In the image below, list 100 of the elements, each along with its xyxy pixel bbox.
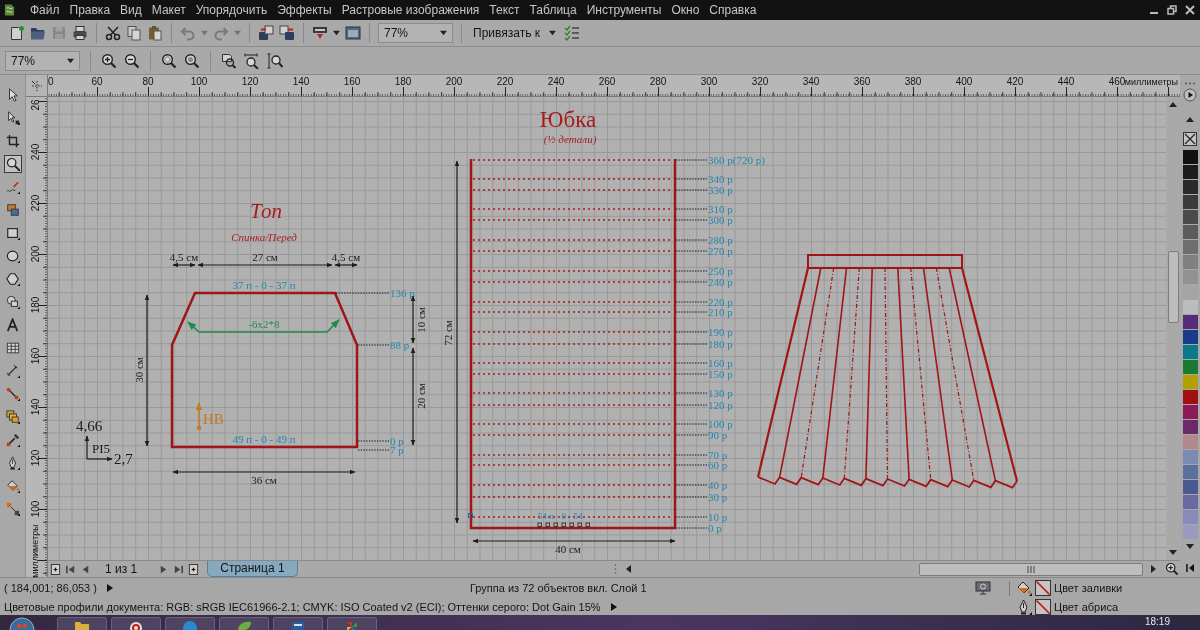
taskbar-button[interactable] [273, 617, 323, 630]
zoom-out-icon[interactable] [124, 52, 140, 69]
color-swatch[interactable] [1182, 525, 1198, 539]
color-swatch[interactable] [1182, 375, 1198, 389]
taskbar-button[interactable] [111, 617, 161, 630]
zoom-width-icon[interactable] [244, 52, 260, 69]
zoom-all-icon[interactable] [184, 52, 200, 69]
selection-handle-icon[interactable] [468, 513, 473, 518]
new-document-icon[interactable] [9, 25, 25, 41]
color-swatch[interactable] [1182, 330, 1198, 344]
ruler-origin-icon[interactable] [30, 79, 43, 92]
color-swatch[interactable] [1182, 210, 1198, 224]
close-icon[interactable] [1185, 5, 1195, 15]
scroll-up-icon[interactable] [1169, 101, 1177, 107]
grip-icon[interactable] [614, 563, 617, 575]
color-swatch[interactable] [1182, 180, 1198, 194]
color-swatch[interactable] [1182, 165, 1198, 179]
color-swatch[interactable] [1182, 285, 1198, 299]
color-swatch[interactable] [1182, 360, 1198, 374]
color-swatch[interactable] [1182, 150, 1198, 164]
menu-item[interactable]: Инструменты [586, 0, 662, 20]
menu-item[interactable]: Правка [69, 0, 111, 20]
play-circle-icon[interactable] [1183, 88, 1197, 102]
color-swatch[interactable] [1182, 225, 1198, 239]
zoom-height-icon[interactable] [267, 52, 283, 69]
color-swatch[interactable] [1182, 450, 1198, 464]
scroll-thumb[interactable] [1167, 251, 1179, 323]
taskbar-button[interactable] [57, 617, 107, 630]
paste-icon[interactable] [147, 25, 163, 41]
add-page-icon[interactable] [188, 563, 200, 575]
scissors-icon[interactable] [105, 25, 121, 41]
fill-bucket-icon[interactable] [1016, 580, 1032, 596]
color-swatch[interactable] [1182, 240, 1198, 254]
color-swatch[interactable] [1182, 345, 1198, 359]
zoom-in-icon[interactable] [101, 52, 117, 69]
menu-item[interactable]: Файл [30, 0, 60, 20]
no-color-swatch-icon[interactable] [1183, 132, 1197, 146]
checklist-icon[interactable] [564, 25, 580, 41]
menu-item[interactable]: Макет [151, 0, 186, 20]
page-tab[interactable]: Страница 1 [207, 561, 298, 577]
previous-page-icon[interactable] [80, 563, 91, 575]
color-swatch[interactable] [1182, 255, 1198, 269]
zoom-icon[interactable] [1165, 562, 1179, 576]
start-orb-icon[interactable] [9, 616, 35, 630]
folder-icon[interactable] [30, 25, 46, 41]
color-swatch[interactable] [1182, 465, 1198, 479]
zoom-page-icon[interactable] [221, 52, 237, 69]
color-swatch[interactable] [1182, 405, 1198, 419]
collapse-icon[interactable] [1185, 563, 1195, 573]
scroll-thumb[interactable] [919, 562, 1143, 576]
import-icon[interactable] [258, 25, 274, 41]
color-swatch[interactable] [1182, 390, 1198, 404]
grip-icon[interactable] [1184, 82, 1196, 85]
zoom-selection-icon[interactable] [161, 52, 177, 69]
color-swatch[interactable] [1182, 195, 1198, 209]
color-swatch[interactable] [1182, 495, 1198, 509]
copy-icon[interactable] [126, 25, 142, 41]
menu-item[interactable]: Окно [671, 0, 700, 20]
scroll-down-icon[interactable] [1169, 550, 1177, 556]
blend-icon[interactable] [3, 408, 22, 426]
menu-item[interactable]: Вид [120, 0, 142, 20]
menu-item[interactable]: Упорядочить [195, 0, 268, 20]
color-swatch[interactable] [1182, 510, 1198, 524]
zoom-dropdown[interactable]: 77% [378, 23, 453, 43]
caret-icon[interactable] [333, 30, 340, 36]
scroll-up-icon[interactable] [1186, 116, 1194, 122]
color-swatch[interactable] [1182, 480, 1198, 494]
last-page-icon[interactable] [173, 563, 185, 575]
taskbar-button[interactable] [219, 617, 269, 630]
export-icon[interactable] [279, 25, 295, 41]
no-color-swatch-icon[interactable] [1035, 580, 1051, 596]
color-swatch[interactable] [1182, 300, 1198, 314]
no-color-swatch-icon[interactable] [1035, 599, 1051, 615]
print-icon[interactable] [72, 25, 88, 41]
color-swatch[interactable] [1182, 435, 1198, 449]
polygon-icon[interactable] [3, 270, 22, 288]
menu-item[interactable]: Текст [489, 0, 520, 20]
zoom-dropdown[interactable]: 77% [5, 50, 80, 71]
menu-item[interactable]: Эффекты [277, 0, 332, 20]
restore-icon[interactable] [1167, 5, 1177, 15]
menu-item[interactable]: Растровые изображения [341, 0, 480, 20]
publish-icon[interactable] [312, 25, 328, 41]
first-page-icon[interactable] [65, 563, 76, 575]
image-frame-icon[interactable] [345, 25, 361, 41]
pen-nib-icon[interactable] [1016, 599, 1032, 615]
monitor-icon[interactable] [975, 581, 991, 595]
color-swatch[interactable] [1182, 315, 1198, 329]
play-icon[interactable] [610, 603, 617, 611]
add-page-icon[interactable] [50, 563, 61, 575]
scroll-down-icon[interactable] [1186, 544, 1194, 550]
menu-item[interactable]: Таблица [529, 0, 577, 20]
play-icon[interactable] [106, 584, 113, 592]
color-swatch[interactable] [1182, 420, 1198, 434]
menu-item[interactable]: Справка [709, 0, 757, 20]
snap-dropdown[interactable]: Привязать к [470, 26, 559, 40]
scroll-left-icon[interactable] [625, 565, 631, 573]
zoom-icon[interactable] [3, 155, 22, 173]
leader-line [675, 404, 708, 406]
color-swatch[interactable] [1182, 270, 1198, 284]
scroll-right-icon[interactable] [1151, 565, 1157, 573]
